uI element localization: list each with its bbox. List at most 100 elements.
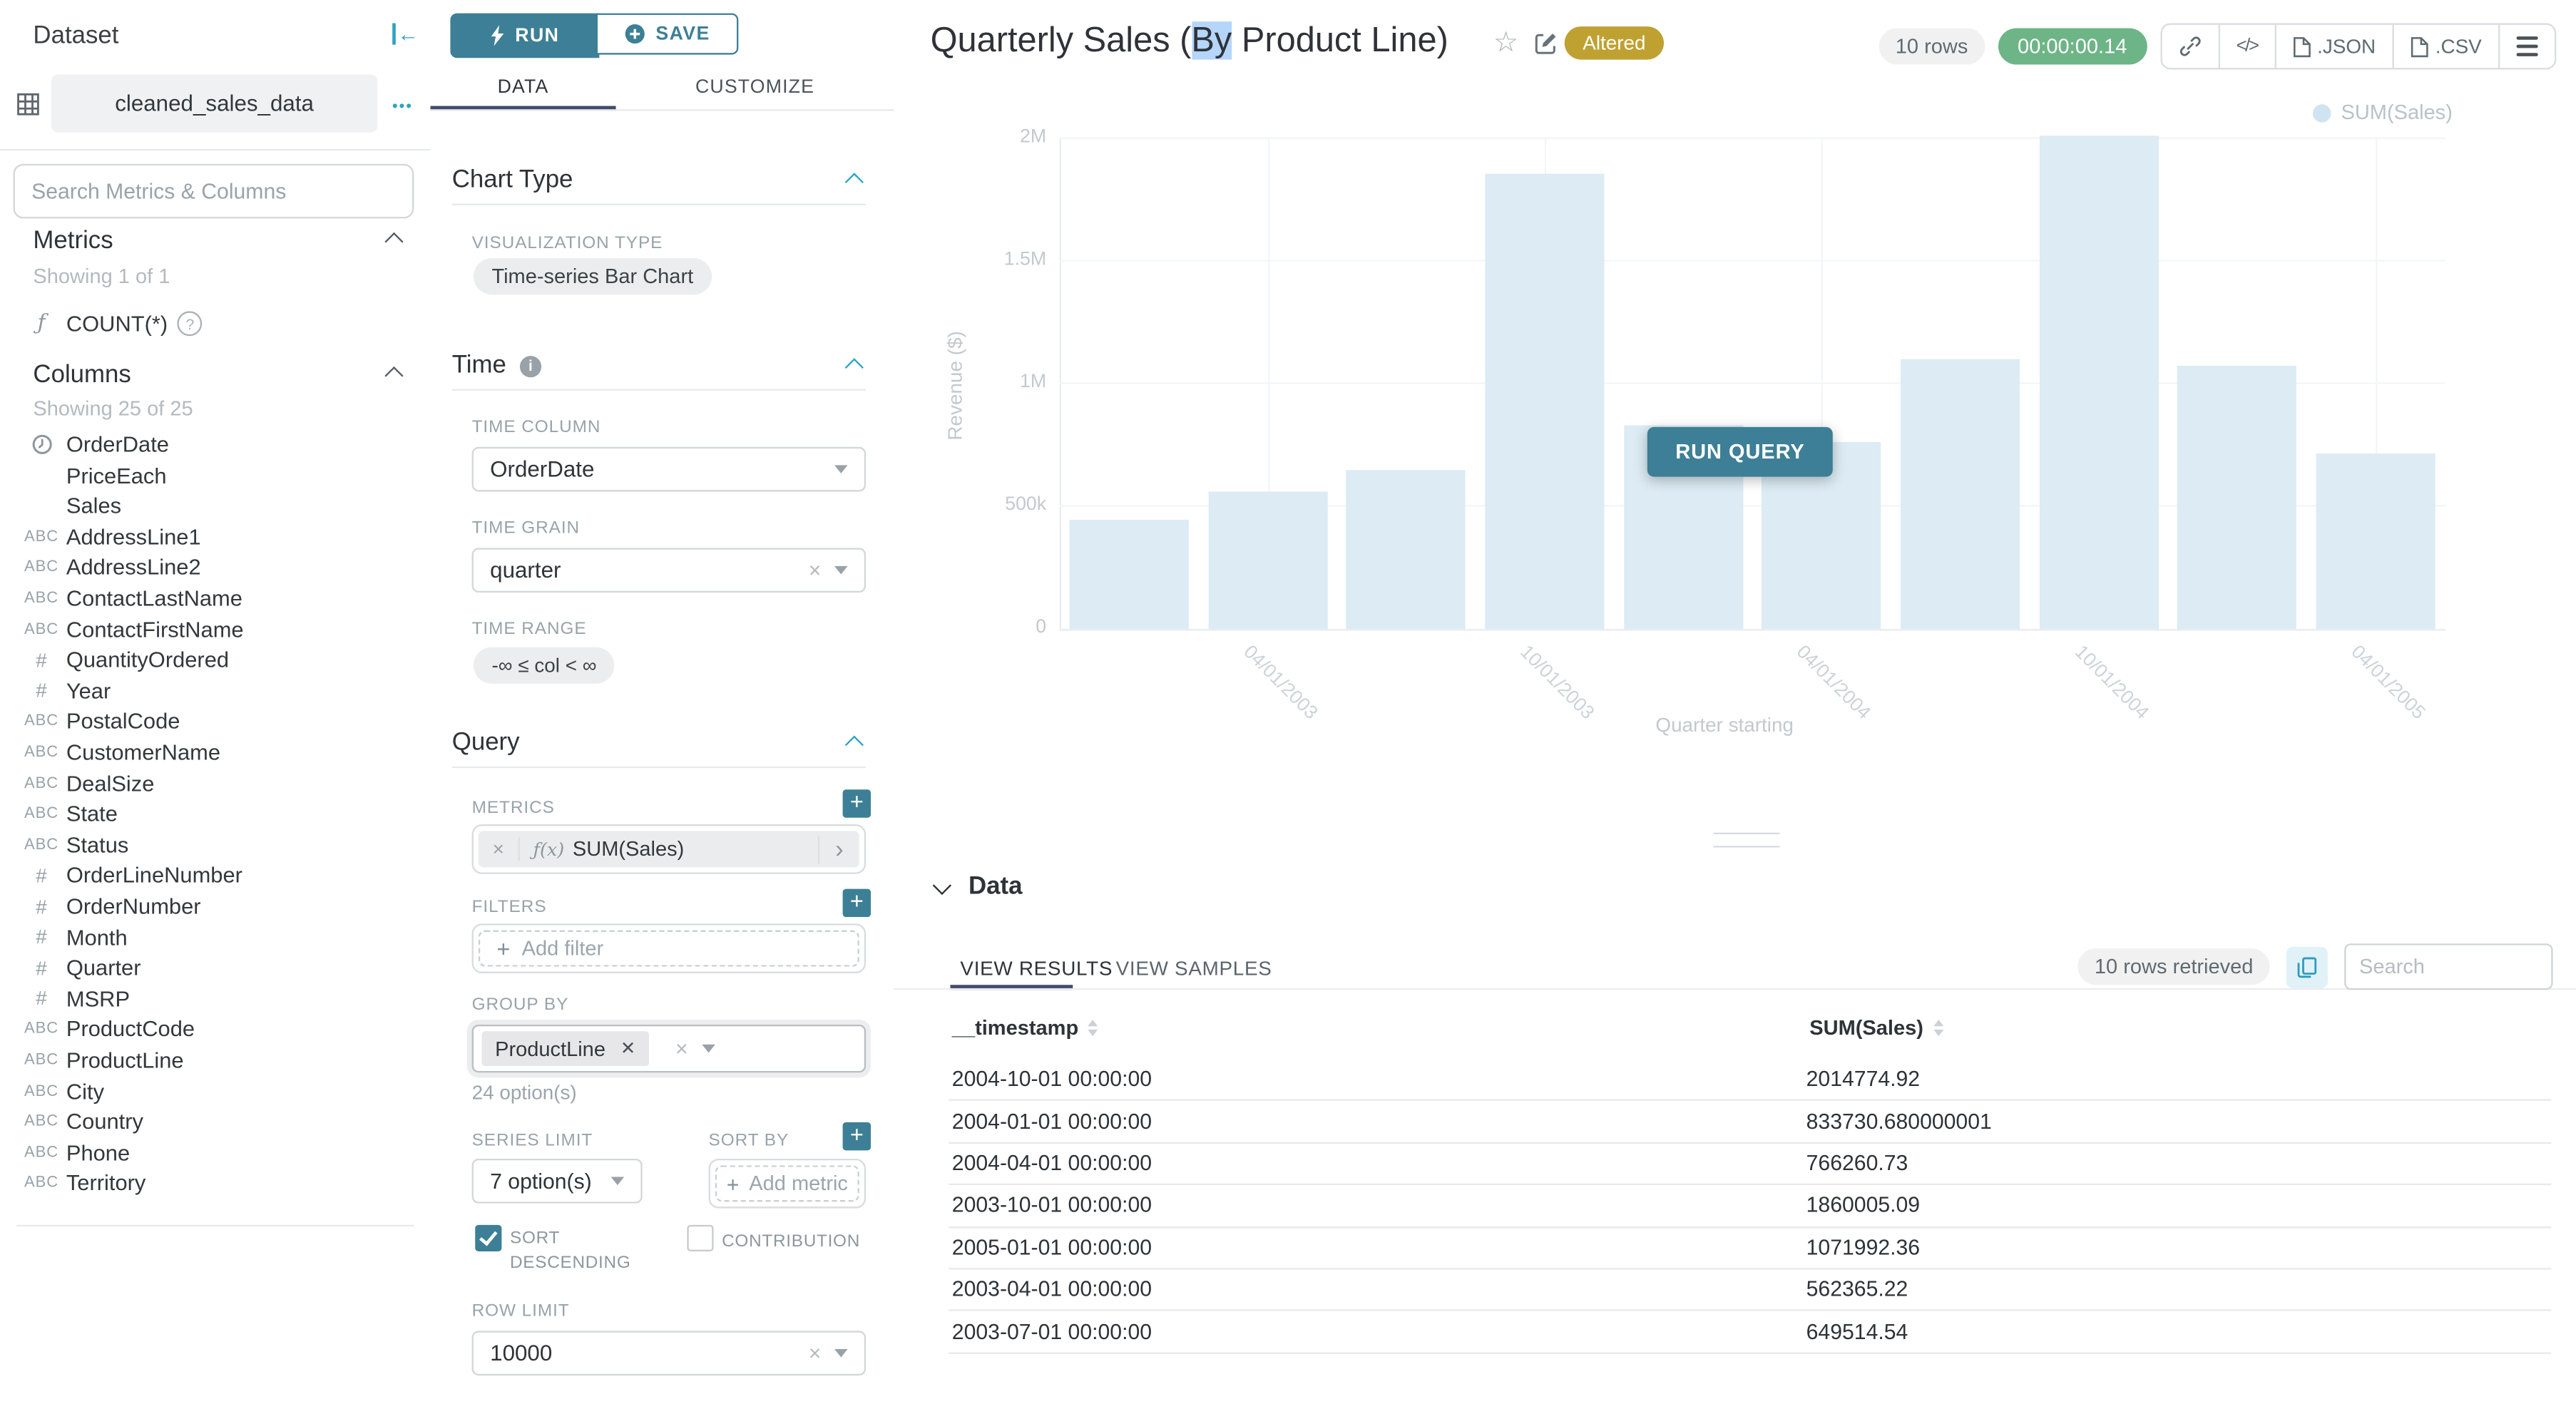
table-row[interactable]: 2005-01-01 00:00:001071992.36	[949, 1226, 2551, 1269]
tab-customize[interactable]: CUSTOMIZE	[616, 66, 894, 109]
sort-by-dropzone[interactable]: + Add metric	[709, 1159, 867, 1209]
altered-badge[interactable]: Altered	[1565, 26, 1664, 59]
metric-pill[interactable]: × ƒ(x) SUM(Sales) ›	[472, 824, 866, 874]
table-row[interactable]: 2004-10-01 00:00:002014774.92	[949, 1057, 2551, 1101]
export-csv-button[interactable]: .CSV	[2394, 25, 2500, 68]
sort-descending-checkbox[interactable]	[475, 1225, 501, 1251]
visualization-type-value[interactable]: Time-series Bar Chart	[474, 258, 712, 294]
dataset-name-pill[interactable]: cleaned_sales_data	[51, 74, 377, 132]
group-by-tag[interactable]: ProductLine ✕	[482, 1031, 649, 1066]
time-grain-select[interactable]: quarter ×	[472, 548, 866, 593]
favorite-star-icon[interactable]: ☆	[1493, 26, 1518, 59]
column-item-state[interactable]: ABCState	[0, 798, 431, 829]
column-item-msrp[interactable]: #MSRP	[0, 983, 431, 1014]
clear-icon[interactable]: ×	[809, 560, 822, 581]
filters-label: FILTERS	[472, 897, 547, 917]
x-tick-label: 10/01/2003	[1516, 642, 1597, 724]
run-button[interactable]: RUN	[450, 14, 599, 58]
column-item-quantityordered[interactable]: #QuantityOrdered	[0, 644, 431, 675]
column-item-ordernumber[interactable]: #OrderNumber	[0, 891, 431, 922]
series-limit-select[interactable]: 7 option(s)	[472, 1159, 643, 1204]
lightning-icon	[490, 25, 505, 46]
column-item-postalcode[interactable]: ABCPostalCode	[0, 706, 431, 737]
column-item-priceeach[interactable]: PriceEach	[0, 459, 431, 491]
cell-sum-sales: 1071992.36	[1806, 1234, 1920, 1259]
group-by-select[interactable]: ProductLine ✕ ×	[472, 1025, 866, 1072]
chart-type-section-title: Chart Type	[452, 165, 573, 193]
column-item-year[interactable]: #Year	[0, 675, 431, 707]
table-row[interactable]: 2003-04-01 00:00:00562365.22	[949, 1268, 2551, 1311]
column-item-month[interactable]: #Month	[0, 921, 431, 953]
sort-icon	[1088, 1020, 1098, 1036]
menu-icon	[2517, 36, 2538, 56]
table-header-sum-sales[interactable]: SUM(Sales)	[1809, 1016, 1943, 1039]
column-item-dealsize[interactable]: ABCDealSize	[0, 767, 431, 799]
collapse-sidebar-icon[interactable]: ←	[392, 23, 419, 44]
column-item-addressline1[interactable]: ABCAddressLine1	[0, 521, 431, 553]
number-type-icon: #	[36, 956, 47, 979]
help-icon: ?	[178, 311, 203, 336]
column-item-addressline2[interactable]: ABCAddressLine2	[0, 552, 431, 583]
clear-icon[interactable]: ×	[809, 1343, 822, 1364]
column-item-customername[interactable]: ABCCustomerName	[0, 737, 431, 768]
dataset-options-icon[interactable]: •••	[392, 98, 413, 114]
chevron-up-icon[interactable]	[845, 358, 864, 376]
table-row[interactable]: 2004-04-01 00:00:00766260.73	[949, 1142, 2551, 1185]
export-json-button[interactable]: .JSON	[2276, 25, 2394, 68]
column-item-orderlinenumber[interactable]: #OrderLineNumber	[0, 860, 431, 891]
column-item-productline[interactable]: ABCProductLine	[0, 1045, 431, 1076]
column-item-city[interactable]: ABCCity	[0, 1075, 431, 1107]
data-search-input[interactable]	[2344, 943, 2552, 990]
remove-tag-icon[interactable]: ✕	[620, 1038, 635, 1060]
time-range-value[interactable]: -∞ ≤ col < ∞	[474, 647, 615, 684]
column-item-orderdate[interactable]: OrderDate	[0, 429, 431, 460]
edit-title-icon[interactable]	[1535, 31, 1558, 63]
table-header-timestamp[interactable]: __timestamp	[952, 1016, 1098, 1039]
collapse-data-icon[interactable]	[933, 876, 951, 895]
cell-sum-sales: 833730.680000001	[1806, 1108, 1992, 1133]
add-sort-metric-button[interactable]: +	[843, 1122, 871, 1150]
column-item-status[interactable]: ABCStatus	[0, 829, 431, 861]
add-filter-button[interactable]: +	[843, 889, 871, 917]
contribution-checkbox[interactable]	[687, 1225, 713, 1251]
table-row[interactable]: 2003-10-01 00:00:001860005.09	[949, 1184, 2551, 1227]
column-item-phone[interactable]: ABCPhone	[0, 1137, 431, 1168]
add-filter-dropzone[interactable]: + Add filter	[472, 923, 866, 973]
chevron-down-icon	[701, 1045, 715, 1053]
add-metric-button[interactable]: +	[843, 789, 871, 817]
chevron-up-icon[interactable]	[384, 232, 403, 251]
time-column-select[interactable]: OrderDate	[472, 447, 866, 492]
chevron-right-icon[interactable]: ›	[818, 835, 859, 863]
remove-metric-icon[interactable]: ×	[479, 838, 520, 861]
sort-by-label: SORT BY	[709, 1131, 789, 1151]
column-item-contactlastname[interactable]: ABCContactLastName	[0, 583, 431, 614]
chevron-up-icon[interactable]	[845, 173, 864, 191]
table-row[interactable]: 2003-07-01 00:00:00649514.54	[949, 1310, 2551, 1353]
chart-menu-button[interactable]	[2500, 25, 2555, 68]
copy-link-button[interactable]	[2162, 25, 2219, 68]
tab-view-samples[interactable]: VIEW SAMPLES	[1116, 957, 1272, 980]
cell-sum-sales: 1860005.09	[1806, 1192, 1920, 1217]
table-row[interactable]: 2004-01-01 00:00:00833730.680000001	[949, 1100, 2551, 1143]
chevron-up-icon[interactable]	[384, 367, 403, 385]
clear-icon[interactable]: ×	[675, 1038, 688, 1060]
chart-legend[interactable]: SUM(Sales)	[2313, 101, 2453, 124]
column-item-country[interactable]: ABCCountry	[0, 1106, 431, 1137]
run-query-button[interactable]: RUN QUERY	[1647, 427, 1833, 477]
column-item-contactfirstname[interactable]: ABCContactFirstName	[0, 613, 431, 645]
search-input[interactable]	[14, 164, 414, 219]
chevron-up-icon[interactable]	[845, 735, 864, 754]
copy-data-button[interactable]	[2286, 946, 2328, 988]
tab-data[interactable]: DATA	[431, 66, 616, 109]
column-item-sales[interactable]: Sales	[0, 491, 431, 522]
metric-item[interactable]: ƒ COUNT(*) ?	[0, 308, 431, 339]
column-item-productcode[interactable]: ABCProductCode	[0, 1014, 431, 1045]
column-item-territory[interactable]: ABCTerritory	[0, 1167, 431, 1199]
bar-2003-07-01	[1346, 470, 1466, 629]
tab-view-results[interactable]: VIEW RESULTS	[960, 957, 1113, 980]
save-button[interactable]: SAVE	[596, 14, 739, 55]
row-limit-select[interactable]: 10000 ×	[472, 1331, 866, 1375]
embed-code-button[interactable]: </>	[2219, 25, 2276, 68]
resize-handle[interactable]	[1714, 833, 1780, 848]
column-item-quarter[interactable]: #Quarter	[0, 952, 431, 983]
